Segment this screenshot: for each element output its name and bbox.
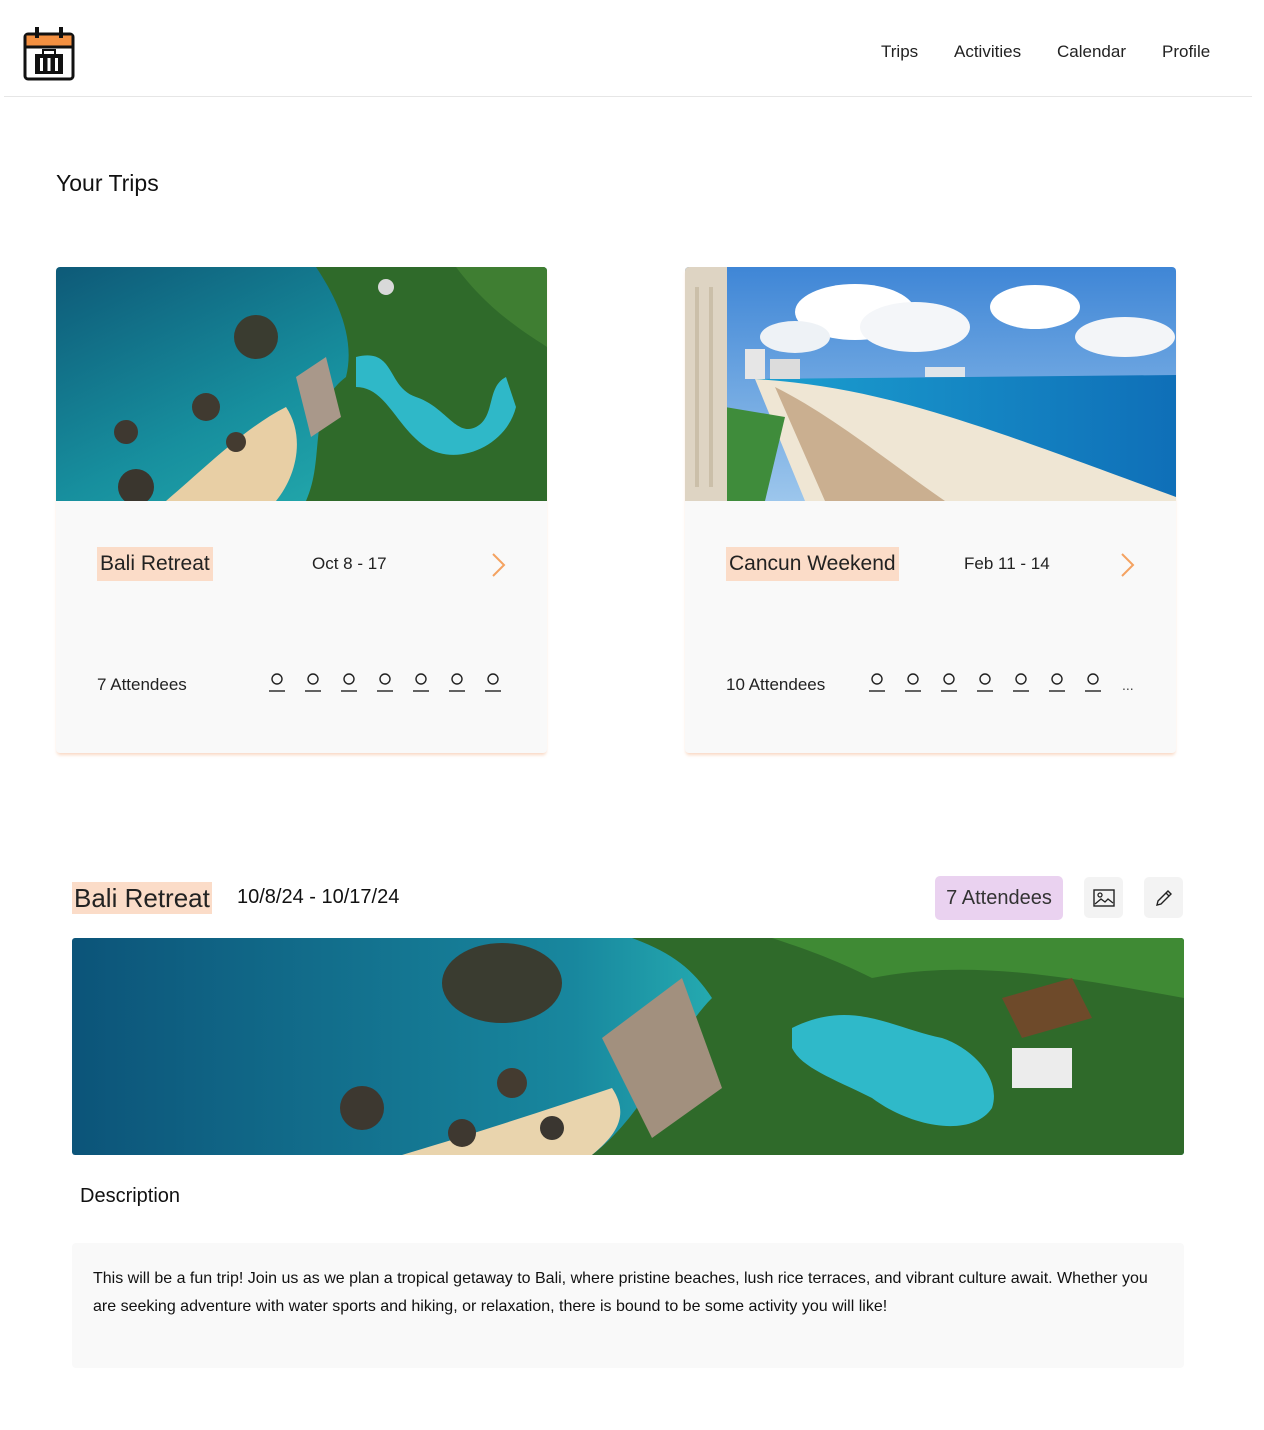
trip-dates: Feb 11 - 14 bbox=[964, 554, 1050, 573]
trip-image-cancun bbox=[685, 267, 1176, 501]
top-nav-bar: Trips Activities Calendar Profile bbox=[4, 0, 1252, 97]
user-icon bbox=[869, 673, 885, 692]
user-icon bbox=[305, 673, 321, 692]
detail-trip-name: Bali Retreat bbox=[72, 882, 212, 914]
pencil-icon bbox=[1155, 889, 1172, 906]
nav-trips[interactable]: Trips bbox=[881, 42, 918, 62]
nav-calendar[interactable]: Calendar bbox=[1057, 42, 1126, 62]
trip-card-bali[interactable]: Bali Retreat Oct 8 - 17 7 Attendees bbox=[56, 267, 547, 753]
user-icon bbox=[449, 673, 465, 692]
user-icon bbox=[1013, 673, 1029, 692]
detail-trip-banner-image bbox=[72, 938, 1184, 1155]
trip-image-bali bbox=[56, 267, 547, 501]
trip-name: Bali Retreat bbox=[97, 547, 213, 581]
trip-name: Cancun Weekend bbox=[726, 547, 899, 581]
user-icon bbox=[1049, 673, 1065, 692]
attendee-count: 10 Attendees bbox=[726, 675, 826, 694]
user-icon bbox=[941, 673, 957, 692]
user-icon bbox=[377, 673, 393, 692]
trip-card-cancun[interactable]: Cancun Weekend Feb 11 - 14 10 Attendees … bbox=[685, 267, 1176, 753]
attendee-avatars bbox=[866, 672, 1104, 694]
page-title: Your Trips bbox=[56, 170, 159, 196]
description-label: Description bbox=[80, 1185, 181, 1207]
chevron-right-icon[interactable] bbox=[1117, 550, 1137, 580]
change-image-button[interactable] bbox=[1084, 877, 1123, 918]
user-icon bbox=[413, 673, 429, 692]
user-icon bbox=[905, 673, 921, 692]
user-icon bbox=[485, 673, 501, 692]
attendee-avatars bbox=[266, 672, 504, 694]
nav-profile[interactable]: Profile bbox=[1162, 42, 1210, 62]
attendee-count: 7 Attendees bbox=[97, 675, 187, 694]
attendees-badge-button[interactable]: 7 Attendees bbox=[935, 876, 1063, 920]
edit-trip-button[interactable] bbox=[1144, 877, 1183, 918]
more-attendees-ellipsis[interactable]: ... bbox=[1122, 677, 1134, 693]
image-icon bbox=[1092, 888, 1115, 907]
nav-activities[interactable]: Activities bbox=[954, 42, 1021, 62]
trip-dates: Oct 8 - 17 bbox=[312, 554, 387, 573]
description-text: This will be a fun trip! Join us as we p… bbox=[72, 1243, 1184, 1368]
user-icon bbox=[269, 673, 285, 692]
detail-trip-dates: 10/8/24 - 10/17/24 bbox=[237, 886, 400, 908]
chevron-right-icon[interactable] bbox=[488, 550, 508, 580]
user-icon bbox=[341, 673, 357, 692]
user-icon bbox=[977, 673, 993, 692]
user-icon bbox=[1085, 673, 1101, 692]
calendar-suitcase-logo-icon[interactable] bbox=[22, 24, 76, 82]
